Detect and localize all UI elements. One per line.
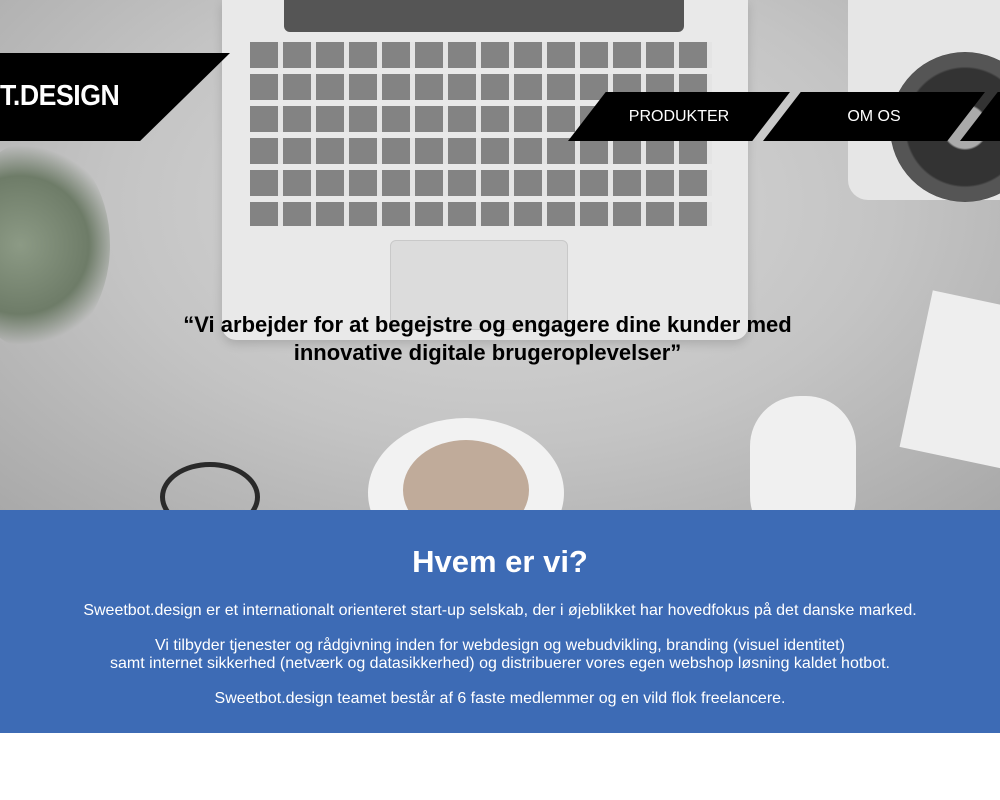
nav-produkter[interactable]: PRODUKTER [568, 92, 790, 141]
hero-quote: “Vi arbejder for at begejstre og engager… [0, 311, 975, 367]
logo-text[interactable]: T.DESIGN [0, 80, 120, 113]
quote-line-1: “Vi arbejder for at begejstre og engager… [183, 312, 792, 337]
glasses-image [160, 462, 260, 510]
about-paragraph-3: Sweetbot.design teamet består af 6 faste… [214, 690, 786, 707]
about-p2-line2: samt internet sikkerhed (netværk og data… [110, 655, 890, 672]
hero-section: T.DESIGN PRODUKTER OM OS “Vi arbejder fo… [0, 0, 1000, 510]
laptop-screen-edge [284, 0, 684, 32]
about-section: Hvem er vi? Sweetbot.design er et intern… [0, 510, 1000, 733]
about-paragraph-2: Vi tilbyder tjenester og rådgivning inde… [0, 637, 1000, 673]
nav-om-os[interactable]: OM OS [763, 92, 985, 141]
mouse-image [750, 396, 856, 510]
quote-line-2: innovative digitale brugeroplevelser” [293, 340, 682, 365]
about-title: Hvem er vi? [412, 544, 588, 579]
laptop-image [222, 0, 748, 340]
about-paragraph-1: Sweetbot.design er et internationalt ori… [83, 602, 917, 619]
about-p2-line1: Vi tilbyder tjenester og rådgivning inde… [155, 637, 845, 654]
